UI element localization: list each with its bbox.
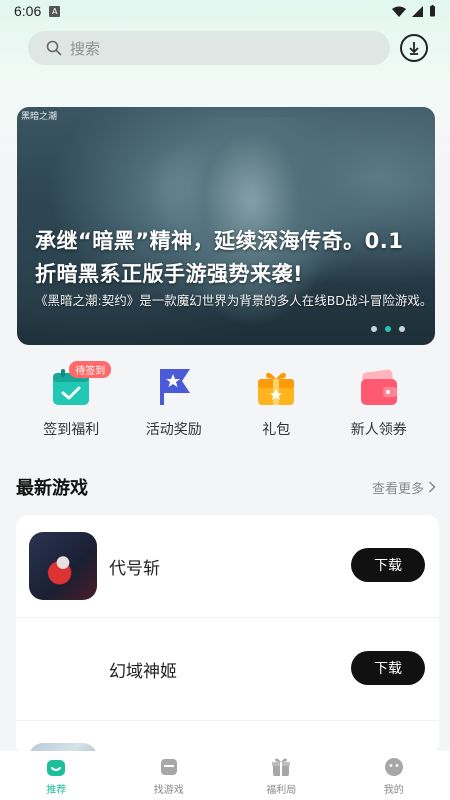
- home-icon: [47, 759, 66, 776]
- game-list-item-partial[interactable]: [16, 721, 439, 755]
- download-manager-button[interactable]: [400, 34, 428, 62]
- gift-icon: [272, 757, 291, 776]
- see-more-link[interactable]: 查看更多: [372, 478, 436, 497]
- status-left: 6:06 A: [14, 3, 61, 19]
- battery-icon: [430, 5, 435, 17]
- game-icon: [29, 635, 97, 703]
- star-flag-icon: [152, 365, 196, 409]
- game-name: 幻域神姬: [109, 661, 177, 682]
- banner-title-line-1: 承继“暗黑”精神，延续深海传奇。0.1: [35, 229, 404, 253]
- search-icon: [46, 40, 62, 56]
- nav-tab-find-games[interactable]: 找游戏: [129, 756, 209, 796]
- quick-action-newbie-coupon[interactable]: 新人领券: [334, 365, 424, 440]
- nav-label: 我的: [383, 784, 404, 796]
- quick-action-label: 新人领券: [350, 422, 407, 438]
- notification-icon: A: [49, 5, 61, 17]
- nav-label: 福利局: [266, 784, 297, 796]
- status-time: 6:06: [14, 3, 42, 19]
- gift-box-icon: [254, 365, 298, 409]
- quick-action-label: 签到福利: [43, 422, 100, 438]
- banner-title-line-2: 折暗黑系正版手游强势来袭!: [35, 262, 304, 286]
- quick-action-label: 活动奖励: [145, 422, 202, 438]
- wifi-icon: [392, 6, 406, 17]
- status-right: [392, 5, 436, 17]
- nav-label: 找游戏: [153, 784, 184, 796]
- nav-tab-recommend[interactable]: 推荐: [16, 756, 96, 796]
- game-name: 代号斩: [109, 558, 160, 579]
- game-list-item[interactable]: 幻域神姬 下载: [16, 618, 439, 721]
- download-button[interactable]: 下载: [351, 651, 425, 685]
- quick-action-label: 礼包: [262, 422, 291, 438]
- banner-dot-active[interactable]: [385, 326, 391, 332]
- banner-dot[interactable]: [371, 326, 377, 332]
- profile-face-icon: [384, 757, 403, 776]
- nav-tab-welfare[interactable]: 福利局: [241, 756, 321, 796]
- sign-in-badge: 待签到: [69, 361, 112, 378]
- section-title: 最新游戏: [16, 478, 88, 499]
- gamepad-box-icon: [160, 758, 177, 775]
- chevron-right-icon: [428, 481, 436, 493]
- nav-tab-profile[interactable]: 我的: [354, 756, 434, 796]
- promo-banner[interactable]: 黑暗之潮 承继“暗黑”精神，延续深海传奇。0.1 折暗黑系正版手游强势来袭! 《…: [17, 107, 435, 345]
- download-button[interactable]: 下载: [351, 548, 425, 582]
- see-more-label: 查看更多: [371, 481, 424, 497]
- banner-dot[interactable]: [399, 326, 405, 332]
- search-row: 搜索: [28, 31, 432, 65]
- latest-games-header: 最新游戏 查看更多: [16, 474, 436, 500]
- banner-pagination: [371, 326, 405, 332]
- status-bar: 6:06 A: [0, 0, 450, 22]
- banner-title: 承继“暗黑”精神，延续深海传奇。0.1 折暗黑系正版手游强势来袭!: [35, 225, 435, 291]
- download-icon: [409, 42, 419, 55]
- calendar-check-icon: 待签到: [49, 361, 112, 409]
- coupon-wallet-icon: [357, 365, 401, 409]
- game-list-item[interactable]: 代号斩 下载: [16, 515, 439, 618]
- signal-icon: [412, 5, 423, 17]
- banner-game-logo: 黑暗之潮: [21, 112, 58, 122]
- quick-action-gift-pack[interactable]: 礼包: [231, 365, 321, 440]
- quick-action-sign-in[interactable]: 待签到 签到福利: [26, 361, 116, 440]
- banner-description: 《黑暗之潮:契约》是一款魔幻世界为背景的多人在线BD战斗冒险游戏。: [35, 293, 433, 308]
- bottom-navigation: 推荐 找游戏 福利局 我的: [0, 751, 450, 800]
- search-input[interactable]: 搜索: [28, 31, 390, 65]
- search-placeholder: 搜索: [70, 39, 101, 58]
- quick-actions: 待签到 签到福利 活动奖励 礼包 新人领券: [0, 361, 450, 440]
- game-icon: [29, 532, 97, 600]
- quick-action-activity-rewards[interactable]: 活动奖励: [129, 365, 219, 440]
- nav-label: 推荐: [46, 784, 67, 796]
- latest-games-list: 代号斩 下载 幻域神姬 下载: [16, 515, 439, 755]
